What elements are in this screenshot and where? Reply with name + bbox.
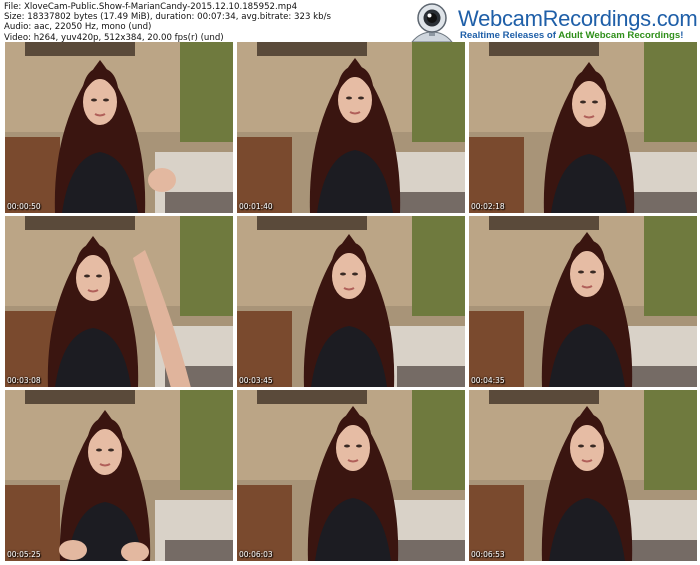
- video-thumbnail[interactable]: 00:06:03: [237, 390, 465, 561]
- tagline-end: !: [680, 30, 684, 41]
- video-thumbnail[interactable]: 00:02:18: [469, 42, 697, 213]
- thumbnail-timestamp: 00:03:08: [7, 376, 41, 385]
- video-thumbnail[interactable]: 00:00:50: [5, 42, 233, 213]
- video-thumbnail[interactable]: 00:03:08: [5, 216, 233, 387]
- logo-tagline: Realtime Releases of Adult Webcam Record…: [460, 30, 683, 41]
- tagline-start: Realtime Releases of: [460, 30, 559, 41]
- thumbnail-timestamp: 00:05:25: [7, 550, 41, 559]
- file-info: File: XloveCam-Public.Show-f-MarianCandy…: [4, 2, 331, 43]
- thumbnail-grid: 00:00:50 00:01:40 00:02:18 00:03:08 00:0…: [5, 42, 697, 561]
- video-thumbnail[interactable]: 00:05:25: [5, 390, 233, 561]
- video-frame: [5, 42, 233, 213]
- video-frame: [5, 216, 233, 387]
- video-frame: [469, 42, 697, 213]
- audio-info-line: Audio: aac, 22050 Hz, mono (und): [4, 22, 152, 33]
- video-frame: [237, 216, 465, 387]
- thumbnail-timestamp: 00:06:53: [471, 550, 505, 559]
- video-frame: [5, 390, 233, 561]
- video-frame: [469, 216, 697, 387]
- thumbnail-timestamp: 00:00:50: [7, 202, 41, 211]
- video-thumbnail[interactable]: 00:06:53: [469, 390, 697, 561]
- thumbnail-timestamp: 00:01:40: [239, 202, 273, 211]
- file-name-line: File: XloveCam-Public.Show-f-MarianCandy…: [4, 2, 298, 12]
- tagline-highlight: Adult Webcam Recordings: [558, 30, 681, 41]
- video-frame: [237, 390, 465, 561]
- video-frame: [469, 390, 697, 561]
- video-frame: [237, 42, 465, 213]
- thumbnail-timestamp: 00:03:45: [239, 376, 273, 385]
- logo-title: WebcamRecordings.com: [458, 6, 698, 31]
- video-thumbnail[interactable]: 00:04:35: [469, 216, 697, 387]
- file-size-line: Size: 18337802 bytes (17.49 MiB), durati…: [4, 12, 331, 23]
- video-thumbnail[interactable]: 00:03:45: [237, 216, 465, 387]
- video-thumbnail[interactable]: 00:01:40: [237, 42, 465, 213]
- thumbnail-timestamp: 00:06:03: [239, 550, 273, 559]
- thumbnail-timestamp: 00:02:18: [471, 202, 505, 211]
- thumbnail-timestamp: 00:04:35: [471, 376, 505, 385]
